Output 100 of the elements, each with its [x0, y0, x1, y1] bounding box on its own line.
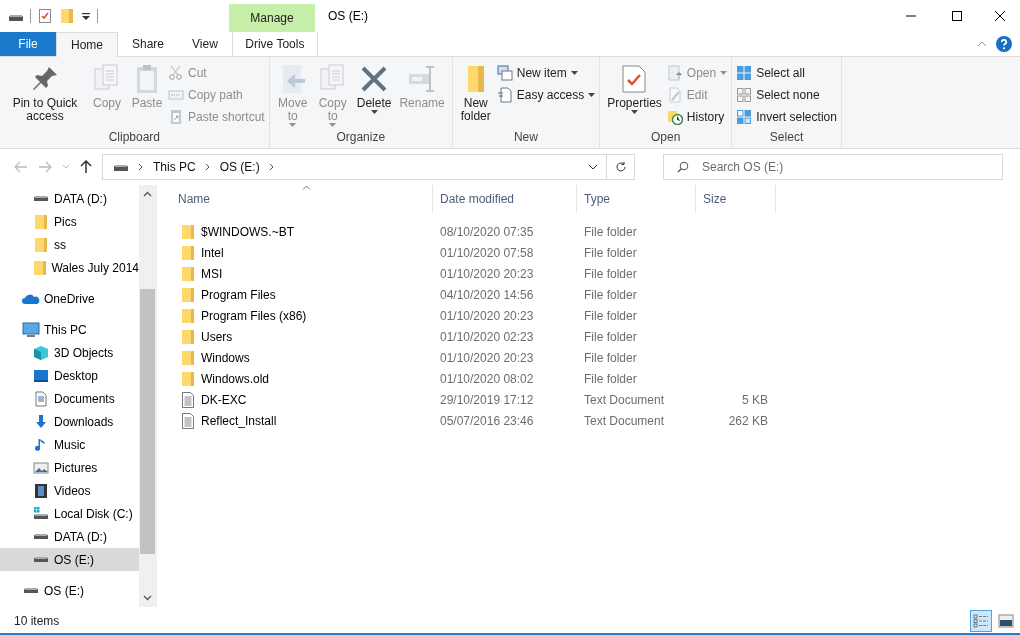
nav-item[interactable]: Documents — [0, 387, 139, 410]
scrollbar[interactable] — [139, 185, 156, 607]
date-cell-text: 29/10/2019 17:12 — [439, 392, 535, 407]
ribbon-button[interactable]: Easy access — [496, 85, 596, 104]
pencil-document-icon — [666, 86, 683, 103]
drive-icon — [33, 505, 49, 522]
nav-item[interactable]: OneDrive — [0, 287, 139, 310]
nav-item[interactable]: ss — [0, 233, 139, 256]
ribbon-button[interactable]: Invert selection — [736, 107, 837, 126]
file-name-cell[interactable]: $WINDOWS.~BT — [171, 223, 433, 240]
ribbon-button[interactable]: New item — [496, 63, 596, 82]
address-bar[interactable]: This PC OS (E:) — [102, 154, 607, 180]
ribbon-button[interactable]: New folder — [456, 59, 495, 123]
help-icon[interactable] — [996, 36, 1012, 52]
column-header[interactable]: Date modified — [433, 185, 577, 213]
ribbon-button[interactable]: History — [666, 107, 728, 126]
ribbon-tab[interactable]: Share — [118, 32, 179, 56]
file-name-cell[interactable]: MSI — [171, 265, 433, 282]
file-name-cell[interactable]: Windows.old — [171, 370, 433, 387]
sort-ascending-icon — [301, 185, 311, 190]
file-name-cell[interactable]: Intel — [171, 244, 433, 261]
nav-item[interactable]: 3D Objects — [0, 341, 139, 364]
text-document-icon — [181, 412, 195, 429]
nav-item[interactable]: DATA (D:) — [0, 525, 139, 548]
type-cell-text: File folder — [583, 350, 638, 365]
ribbon-tab[interactable]: View — [178, 32, 232, 56]
grid-icon — [736, 108, 753, 125]
nav-item[interactable]: Pictures — [0, 456, 139, 479]
nav-item[interactable]: Videos — [0, 479, 139, 502]
refresh-button[interactable] — [607, 154, 635, 180]
ribbon-button[interactable]: Pin to Quick access — [4, 59, 86, 123]
nav-item[interactable]: DATA (D:) — [0, 187, 139, 210]
chevron-right-icon — [138, 163, 144, 171]
nav-item[interactable]: Music — [0, 433, 139, 456]
nav-item[interactable]: OS (E:) — [0, 548, 139, 571]
file-name-cell[interactable]: Users — [171, 328, 433, 345]
nav-item[interactable]: Pics — [0, 210, 139, 233]
chevron-down-icon[interactable] — [588, 164, 598, 170]
file-name-cell[interactable]: DK-EXC — [171, 391, 433, 408]
ribbon-button[interactable]: Properties — [604, 59, 665, 114]
type-cell-text: File folder — [583, 308, 638, 323]
type-cell-text: File folder — [583, 224, 638, 239]
ribbon-group-label: New — [512, 130, 539, 146]
folder-icon[interactable] — [59, 8, 75, 24]
type-cell-text: File folder — [583, 245, 638, 260]
folder-icon — [181, 349, 195, 366]
file-name-cell[interactable]: Program Files — [171, 286, 433, 303]
forward-arrow-icon[interactable] — [38, 161, 52, 173]
ribbon-tab[interactable]: Home — [56, 32, 118, 57]
date-cell-text: 01/10/2020 07:58 — [439, 245, 535, 260]
folder-icon — [181, 307, 195, 324]
folder-icon — [33, 260, 46, 275]
date-cell-text: 05/07/2016 23:46 — [439, 413, 535, 428]
column-header[interactable]: Type — [577, 185, 696, 213]
nav-item[interactable]: OS (E:) — [0, 579, 139, 602]
size-cell-text: 262 KB — [727, 413, 769, 428]
date-cell-text: 01/10/2020 20:23 — [439, 350, 535, 365]
ribbon-group-label: Select — [768, 130, 805, 146]
nav-item[interactable]: Desktop — [0, 364, 139, 387]
file-name-cell[interactable]: Program Files (x86) — [171, 307, 433, 324]
chevron-right-icon — [204, 163, 211, 171]
up-arrow-icon[interactable] — [80, 160, 92, 174]
minimize-icon — [906, 15, 916, 17]
back-arrow-icon[interactable] — [14, 161, 28, 173]
column-header[interactable]: Name — [171, 185, 433, 213]
details-view-button[interactable] — [970, 610, 992, 632]
download-arrow-icon — [33, 413, 49, 430]
breadcrumb-item[interactable]: This PC — [153, 160, 196, 174]
ribbon-tab[interactable]: Drive Tools — [231, 32, 318, 56]
scrollbar-thumb[interactable] — [140, 289, 155, 554]
picture-icon — [33, 459, 49, 476]
search-field[interactable]: Search OS (E:) — [663, 154, 1003, 180]
folder-icon — [181, 370, 195, 387]
folder-icon — [35, 214, 47, 229]
refresh-icon — [614, 161, 627, 173]
collapse-ribbon-icon[interactable] — [976, 39, 988, 49]
text-document-icon — [181, 391, 195, 408]
folder-icon — [181, 286, 195, 303]
column-header[interactable]: Size — [696, 185, 776, 213]
scroll-up-icon[interactable] — [143, 191, 152, 197]
drive-icon — [24, 588, 38, 593]
scroll-down-icon[interactable] — [143, 595, 152, 601]
nav-item[interactable]: Local Disk (C:) — [0, 502, 139, 525]
date-cell-text: 01/10/2020 20:23 — [439, 266, 535, 281]
nav-item[interactable]: Downloads — [0, 410, 139, 433]
nav-item[interactable]: Wales July 2014 — [0, 256, 139, 279]
file-name-cell[interactable]: Windows — [171, 349, 433, 366]
drive-icon — [113, 162, 129, 172]
window-title: OS (E:) — [327, 8, 369, 25]
ribbon-button[interactable]: Select none — [736, 85, 837, 104]
checkmark-document-icon[interactable] — [37, 8, 53, 24]
nav-item[interactable]: This PC — [0, 318, 139, 341]
breadcrumb-item[interactable]: OS (E:) — [219, 160, 260, 174]
date-cell-text: 01/10/2020 02:23 — [439, 329, 535, 344]
ribbon-button[interactable]: Select all — [736, 63, 837, 82]
type-cell-text: Text Document — [583, 413, 666, 428]
ribbon-tab[interactable]: File — [0, 32, 56, 56]
ribbon-button[interactable]: Delete — [353, 59, 395, 114]
file-name-cell[interactable]: Reflect_Install — [171, 412, 433, 429]
empty-grid-icon — [736, 86, 753, 103]
